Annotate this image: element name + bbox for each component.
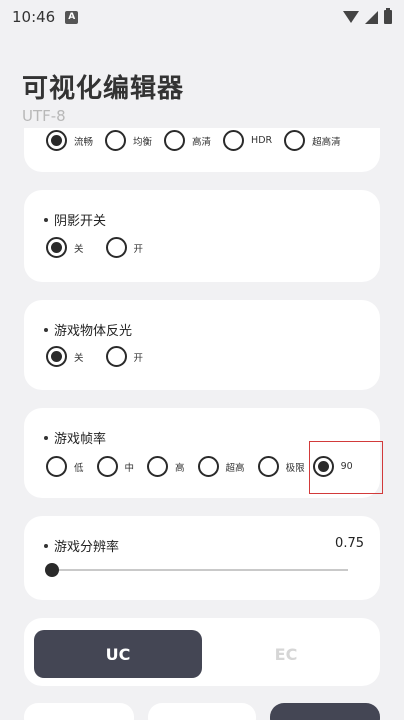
framerate-option-extreme[interactable]: 极限: [257, 456, 305, 477]
radio-label: 开: [133, 243, 144, 255]
quality-card: 流畅 均衡 高清 HDR 超高清: [24, 128, 380, 172]
quality-option-uhd[interactable]: 超高清: [284, 130, 341, 151]
radio-label: 开: [133, 352, 144, 364]
radio-circle: [164, 130, 186, 151]
radio-label: 关: [74, 243, 84, 255]
reflection-title: 游戏物体反光: [44, 320, 132, 339]
quality-option-hd[interactable]: 高清: [164, 130, 211, 151]
segment-card: UC EC: [24, 618, 380, 686]
reflection-option-off[interactable]: 关: [46, 346, 84, 367]
radio-label: 高清: [192, 136, 212, 148]
bullet-icon: [44, 217, 48, 222]
settings-list[interactable]: 流畅 均衡 高清 HDR 超高清 阴影开关 关 开 游戏物体反光 关 开 游戏帧…: [0, 128, 404, 720]
segment-ec[interactable]: EC: [202, 630, 370, 678]
framerate-option-ultra[interactable]: 超高: [197, 456, 245, 477]
radio-label: 极限: [285, 462, 305, 474]
radio-label: 流畅: [74, 136, 94, 148]
radio-label: 高: [175, 462, 185, 474]
framerate-option-low[interactable]: 低: [46, 456, 84, 477]
radio-label: 中: [124, 462, 135, 474]
radio-circle: [105, 237, 127, 258]
shadow-option-off[interactable]: 关: [46, 237, 84, 258]
reflection-options: 关 开: [46, 346, 157, 367]
bottom-action-row: [0, 703, 404, 720]
status-bar: 10:46 A: [0, 0, 404, 34]
framerate-title: 游戏帧率: [44, 428, 106, 447]
card-title-text: 阴影开关: [54, 214, 107, 229]
radio-circle: [284, 130, 306, 151]
page-subtitle: UTF-8: [22, 107, 66, 125]
quality-option-balanced[interactable]: 均衡: [105, 130, 152, 151]
resolution-slider-thumb[interactable]: [45, 563, 59, 577]
quality-option-smooth[interactable]: 流畅: [46, 130, 93, 151]
bullet-icon: [44, 435, 48, 440]
wifi-icon: [343, 11, 359, 23]
framerate-option-high[interactable]: 高: [147, 456, 185, 477]
radio-circle: [147, 456, 169, 477]
quality-option-hdr[interactable]: HDR: [223, 130, 272, 151]
shadow-card: 阴影开关 关 开: [24, 190, 380, 282]
radio-circle: [46, 237, 67, 258]
bottom-button-left[interactable]: [24, 703, 134, 720]
radio-circle: [46, 130, 67, 151]
card-title-text: 游戏帧率: [54, 432, 107, 447]
status-time: 10:46: [12, 8, 56, 26]
battery-icon: [384, 8, 392, 24]
radio-circle: [46, 456, 67, 477]
shadow-options: 关 开: [46, 237, 157, 258]
bottom-button-middle[interactable]: [148, 703, 256, 720]
bottom-button-right[interactable]: [270, 703, 380, 720]
quality-options: 流畅 均衡 高清 HDR 超高清: [46, 130, 341, 151]
card-title-text: 游戏物体反光: [54, 324, 133, 339]
radio-label: 均衡: [133, 136, 153, 148]
radio-circle: [46, 346, 67, 367]
radio-circle: [197, 456, 219, 477]
radio-label: 超高清: [312, 136, 341, 148]
radio-circle: [96, 456, 118, 477]
radio-circle: [105, 130, 127, 151]
bullet-icon: [44, 327, 48, 332]
page-title: 可视化编辑器: [22, 74, 185, 104]
radio-circle: [105, 346, 127, 367]
radio-label: HDR: [251, 135, 273, 146]
card-title-text: 游戏分辨率: [54, 540, 120, 555]
reflection-option-on[interactable]: 开: [105, 346, 144, 367]
signal-icon: [365, 10, 378, 24]
radio-circle: [257, 456, 279, 477]
selection-highlight: [309, 441, 383, 494]
segment-uc[interactable]: UC: [34, 630, 202, 678]
resolution-slider-track[interactable]: [52, 569, 348, 571]
framerate-option-medium[interactable]: 中: [96, 456, 135, 477]
framerate-options: 低 中 高 超高 极限 90: [46, 456, 353, 477]
shadow-option-on[interactable]: 开: [105, 237, 144, 258]
shadow-title: 阴影开关: [44, 210, 106, 229]
radio-label: 关: [74, 352, 84, 364]
reflection-card: 游戏物体反光 关 开: [24, 300, 380, 390]
resolution-card: 游戏分辨率 0.75: [24, 516, 380, 600]
radio-circle: [223, 130, 245, 151]
notification-icon: A: [65, 10, 79, 24]
status-icons: [343, 8, 392, 24]
resolution-title: 游戏分辨率: [44, 536, 119, 555]
resolution-value: 0.75: [335, 536, 364, 551]
radio-label: 低: [74, 462, 84, 474]
radio-label: 超高: [225, 462, 245, 474]
bullet-icon: [44, 543, 48, 548]
